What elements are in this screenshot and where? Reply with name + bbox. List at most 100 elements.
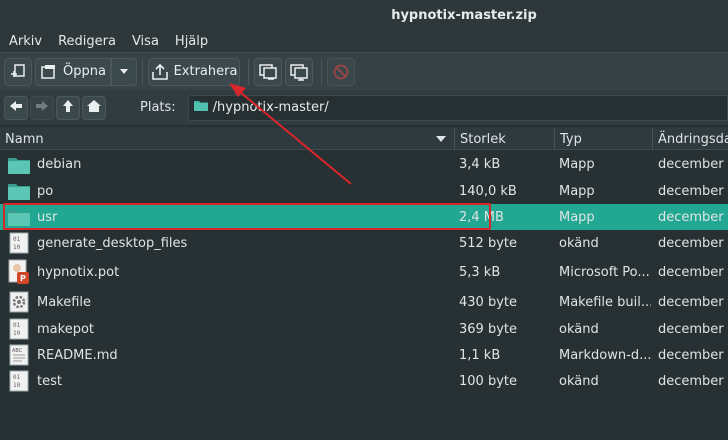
file-date: december 1 [658, 264, 728, 280]
extract-label: Extrahera [173, 64, 238, 79]
svg-text:01: 01 [13, 374, 21, 381]
forward-button[interactable] [30, 95, 54, 120]
extract-button[interactable]: Extrahera [148, 57, 240, 86]
file-name: README.md [37, 347, 118, 363]
makefile-icon [7, 288, 31, 316]
binary-file-icon: 01 10 [7, 230, 31, 256]
file-row[interactable]: debian 3,4 kB Mapp december 1 [0, 151, 728, 178]
folder-icon [7, 204, 31, 230]
add-folder-button[interactable] [285, 57, 313, 86]
column-type-label: Typ [560, 131, 582, 147]
file-size: 512 byte [459, 235, 517, 251]
sort-descending-icon [436, 136, 446, 142]
file-type: Microsoft Po... [559, 264, 650, 280]
menu-redigera[interactable]: Redigera [58, 34, 116, 49]
file-date: december 1 [658, 347, 728, 363]
file-type: okänd [559, 321, 599, 337]
open-label: Öppna [63, 64, 106, 79]
presentation-file-icon: P [7, 256, 31, 288]
file-date: december 1 [658, 209, 728, 225]
file-list: Namn Storlek Typ Ändringsdatum debian 3,4… [0, 128, 728, 440]
file-name: hypnotix.pot [37, 264, 120, 280]
title-bar: hypnotix-master.zip [0, 0, 728, 30]
file-size: 1,1 kB [459, 347, 501, 363]
svg-text:10: 10 [13, 330, 21, 337]
folder-icon [193, 99, 209, 116]
new-archive-button[interactable] [4, 57, 32, 86]
toolbar-separator [142, 58, 143, 85]
menu-hjalp[interactable]: Hjälp [175, 34, 208, 49]
file-type: Makefile buil... [559, 294, 651, 310]
svg-text:10: 10 [13, 244, 21, 251]
toolbar-separator [248, 58, 249, 85]
back-button[interactable] [4, 95, 28, 120]
file-name: usr [37, 209, 58, 225]
column-header-size[interactable]: Storlek [455, 128, 555, 150]
file-date: december 1 [658, 183, 728, 199]
file-date: december 1 [658, 157, 728, 172]
file-size: 430 byte [459, 294, 517, 310]
binary-file-icon: 01 10 [7, 368, 31, 394]
svg-text:P: P [20, 274, 26, 283]
location-bar: Plats: /hypnotix-master/ [0, 90, 728, 126]
file-name: makepot [37, 321, 94, 337]
file-size: 2,4 MB [459, 209, 504, 225]
svg-text:01: 01 [13, 236, 21, 243]
file-date: december 1 [658, 235, 728, 251]
menu-arkiv[interactable]: Arkiv [9, 34, 42, 49]
file-size: 5,3 kB [459, 264, 501, 280]
folder-icon [7, 178, 31, 204]
stop-button[interactable] [327, 57, 355, 86]
file-size: 140,0 kB [459, 183, 517, 199]
column-size-label: Storlek [460, 131, 506, 147]
file-size: 369 byte [459, 321, 517, 337]
file-row[interactable]: ABC README.md 1,1 kB Markdown-d... december … [0, 342, 728, 368]
open-button[interactable]: Öppna [35, 57, 111, 86]
home-icon [86, 99, 102, 117]
extract-icon [151, 63, 169, 81]
toolbar-separator [321, 58, 322, 85]
svg-text:01: 01 [13, 322, 21, 329]
file-row[interactable]: po 140,0 kB Mapp december 1 [0, 178, 728, 204]
column-header-type[interactable]: Typ [555, 128, 653, 150]
arrow-right-icon [35, 100, 49, 116]
file-row[interactable]: 01 10 generate_desktop_files 512 byte okänd d… [0, 230, 728, 256]
binary-file-icon: 01 10 [7, 316, 31, 342]
chevron-down-icon [119, 68, 129, 76]
add-folder-icon [289, 63, 309, 81]
file-row[interactable]: Phypnotix.pot 5,3 kB Microsoft Po... decemb… [0, 256, 728, 288]
file-row[interactable]: usr 2,4 MB Mapp december 1 [0, 204, 728, 230]
file-type: Mapp [559, 209, 595, 225]
menu-bar: Arkiv Redigera Visa Hjälp [0, 30, 728, 52]
home-button[interactable] [82, 95, 106, 120]
column-header-date[interactable]: Ändringsdatum [653, 128, 728, 150]
file-size: 100 byte [459, 373, 517, 389]
open-folder-icon [40, 64, 58, 80]
text-file-icon: ABC [7, 342, 31, 368]
add-files-button[interactable] [254, 57, 282, 86]
open-dropdown-button[interactable] [111, 57, 137, 86]
up-button[interactable] [56, 95, 80, 120]
file-name: generate_desktop_files [37, 235, 188, 251]
file-row[interactable]: 0110 makepot 369 byte okänd december 1 [0, 316, 728, 342]
window-title: hypnotix-master.zip [391, 7, 537, 23]
file-date: december 1 [658, 321, 728, 337]
toolbar: Öppna Extrahera [0, 52, 728, 90]
file-type: Mapp [559, 157, 595, 172]
arrow-left-icon [9, 100, 23, 116]
file-row[interactable]: 0110 test 100 byte okänd december 1 [0, 368, 728, 394]
add-files-icon [258, 63, 278, 81]
column-header-name[interactable]: Namn [0, 128, 455, 150]
file-row[interactable]: Makefile 430 byte Makefile buil... december… [0, 288, 728, 316]
location-field[interactable]: /hypnotix-master/ [187, 94, 728, 121]
menu-visa[interactable]: Visa [132, 34, 159, 49]
file-type: okänd [559, 235, 599, 251]
new-archive-icon [9, 63, 27, 81]
arrow-up-icon [62, 99, 74, 117]
file-name: test [37, 373, 62, 389]
file-type: okänd [559, 373, 599, 389]
location-label: Plats: [140, 100, 176, 115]
file-date: december 1 [658, 373, 728, 389]
stop-icon [332, 63, 350, 81]
file-date: december 1 [658, 294, 728, 310]
